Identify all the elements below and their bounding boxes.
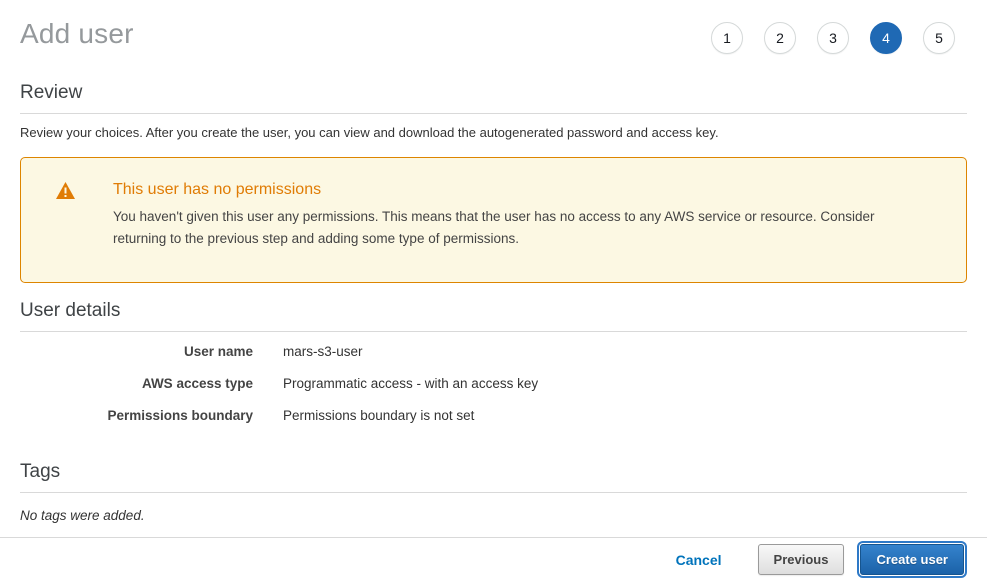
- step-1-indicator: 1: [711, 22, 743, 54]
- review-heading: Review: [20, 82, 967, 114]
- warning-title: This user has no permissions: [113, 181, 930, 199]
- warning-text-block: This user has no permissions You haven't…: [113, 181, 930, 282]
- detail-row-access-type: AWS access type Programmatic access - wi…: [20, 376, 967, 391]
- step-3-indicator: 3: [817, 22, 849, 54]
- detail-value: Permissions boundary is not set: [283, 408, 474, 423]
- user-details-heading: User details: [20, 300, 967, 332]
- user-details-section: User details User name mars-s3-user AWS …: [20, 300, 967, 423]
- create-user-button[interactable]: Create user: [860, 544, 964, 575]
- tags-empty-message: No tags were added.: [20, 508, 967, 523]
- warning-body: You haven't given this user any permissi…: [113, 206, 930, 250]
- step-5-indicator: 5: [923, 22, 955, 54]
- detail-value: Programmatic access - with an access key: [283, 376, 538, 391]
- add-user-wizard-page: Add user 1 2 3 4 5 Review Review your ch…: [0, 0, 987, 581]
- step-4-indicator-active: 4: [870, 22, 902, 54]
- tags-section: Tags No tags were added.: [20, 461, 967, 523]
- previous-button[interactable]: Previous: [758, 544, 845, 575]
- detail-label: Permissions boundary: [20, 408, 253, 423]
- review-description: Review your choices. After you create th…: [20, 125, 967, 140]
- wizard-step-indicator: 1 2 3 4 5: [711, 16, 967, 54]
- wizard-header: Add user 1 2 3 4 5: [0, 0, 987, 54]
- tags-heading: Tags: [20, 461, 967, 493]
- user-details-rows: User name mars-s3-user AWS access type P…: [20, 344, 967, 423]
- detail-label: AWS access type: [20, 376, 253, 391]
- page-title: Add user: [20, 16, 134, 50]
- cancel-button[interactable]: Cancel: [676, 552, 722, 568]
- detail-value: mars-s3-user: [283, 344, 363, 359]
- wizard-footer: Cancel Previous Create user: [0, 537, 987, 581]
- no-permissions-warning-banner: This user has no permissions You haven't…: [20, 157, 967, 283]
- warning-triangle-icon: [56, 186, 75, 203]
- warning-icon-container: [56, 181, 113, 282]
- detail-label: User name: [20, 344, 253, 359]
- step-2-indicator: 2: [764, 22, 796, 54]
- detail-row-permissions-boundary: Permissions boundary Permissions boundar…: [20, 408, 967, 423]
- review-section: Review Review your choices. After you cr…: [20, 82, 967, 140]
- detail-row-user-name: User name mars-s3-user: [20, 344, 967, 359]
